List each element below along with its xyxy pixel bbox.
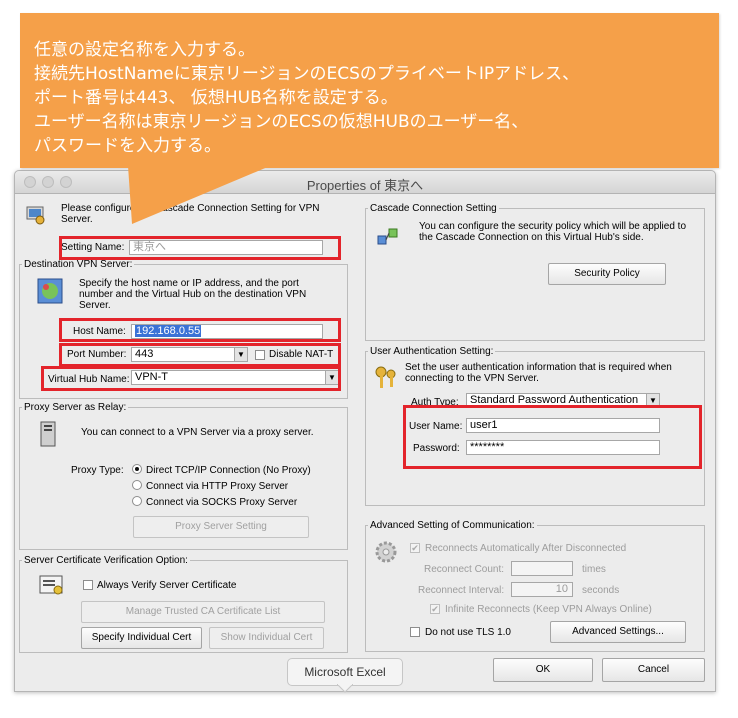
callout-line-4: ユーザー名称は東京リージョンのECSの仮想HUBのユーザー名、 [34, 112, 529, 132]
reconnect-interval-input[interactable]: 10 [511, 582, 573, 597]
policy-network-icon [377, 228, 398, 245]
instruction-callout: 任意の設定名称を入力する。 接続先HostNameに東京リージョンのECSのプラ… [20, 13, 719, 168]
specify-cert-button[interactable]: Specify Individual Cert [81, 627, 202, 649]
port-number-highlight [59, 343, 341, 367]
host-name-highlight [59, 318, 341, 342]
manage-ca-list-button[interactable]: Manage Trusted CA Certificate List [81, 601, 325, 623]
cert-legend: Server Certificate Verification Option: [24, 555, 188, 566]
callout-line-2: 接続先HostNameに東京リージョンのECSのプライベートIPアドレス、 [34, 64, 580, 84]
infinite-reconnects-label: Infinite Reconnects (Keep VPN Always Onl… [445, 604, 652, 615]
proxy-direct-label: Direct TCP/IP Connection (No Proxy) [146, 465, 311, 476]
settings-computer-icon [26, 206, 45, 225]
always-verify-label: Always Verify Server Certificate [97, 580, 237, 591]
security-policy-button[interactable]: Security Policy [548, 263, 666, 285]
destination-description: Specify the host name or IP address, and… [79, 278, 307, 311]
proxy-http-label: Connect via HTTP Proxy Server [146, 481, 289, 492]
setting-name-highlight [59, 236, 341, 260]
callout-line-5: パスワードを入力する。 [34, 136, 221, 156]
proxy-http-radio[interactable] [132, 480, 142, 490]
callout-line-3: ポート番号は443、 仮想HUB名称を設定する。 [34, 88, 398, 108]
auth-description: Set the user authentication information … [405, 362, 672, 384]
keys-icon [375, 366, 396, 388]
gear-icon [375, 541, 397, 563]
destination-legend: Destination VPN Server: [24, 259, 133, 270]
virtual-hub-highlight [41, 366, 341, 391]
reconnect-auto-label: Reconnects Automatically After Disconnec… [425, 543, 627, 554]
infinite-reconnects-checkbox[interactable]: ✔ [430, 604, 440, 614]
proxy-direct-radio[interactable] [132, 464, 142, 474]
certificate-icon [39, 575, 63, 595]
no-tls-checkbox[interactable] [410, 627, 420, 637]
always-verify-checkbox[interactable] [83, 580, 93, 590]
server-tower-icon [40, 421, 56, 447]
proxy-socks-label: Connect via SOCKS Proxy Server [146, 497, 298, 508]
cancel-button[interactable]: Cancel [602, 658, 705, 682]
reconnect-count-unit: times [582, 564, 606, 575]
tooltip-microsoft-excel: Microsoft Excel [287, 658, 403, 686]
auth-legend: User Authentication Setting: [370, 346, 494, 357]
proxy-type-label: Proxy Type: [71, 465, 124, 476]
ok-button[interactable]: OK [493, 658, 593, 682]
proxy-legend: Proxy Server as Relay: [24, 402, 127, 413]
reconnect-interval-label: Reconnect Interval: [418, 585, 505, 596]
callout-line-1: 任意の設定名称を入力する。 [34, 40, 255, 60]
show-cert-button[interactable]: Show Individual Cert [209, 627, 324, 649]
globe-network-icon [37, 278, 63, 304]
proxy-description: You can connect to a VPN Server via a pr… [81, 427, 314, 438]
proxy-server-setting-button[interactable]: Proxy Server Setting [133, 516, 309, 538]
reconnect-auto-checkbox[interactable]: ✔ [410, 543, 420, 553]
callout-pointer [128, 166, 270, 224]
advanced-settings-button[interactable]: Advanced Settings... [550, 621, 686, 643]
no-tls-label: Do not use TLS 1.0 [425, 627, 511, 638]
proxy-socks-radio[interactable] [132, 496, 142, 506]
reconnect-interval-unit: seconds [582, 585, 620, 596]
cascade-description: You can configure the security policy wh… [419, 221, 687, 243]
advanced-legend: Advanced Setting of Communication: [370, 520, 535, 531]
reconnect-count-input[interactable] [511, 561, 573, 576]
cascade-legend: Cascade Connection Setting [370, 203, 497, 214]
credentials-highlight [403, 405, 702, 469]
tooltip-pointer [337, 684, 353, 693]
reconnect-count-label: Reconnect Count: [424, 564, 505, 575]
